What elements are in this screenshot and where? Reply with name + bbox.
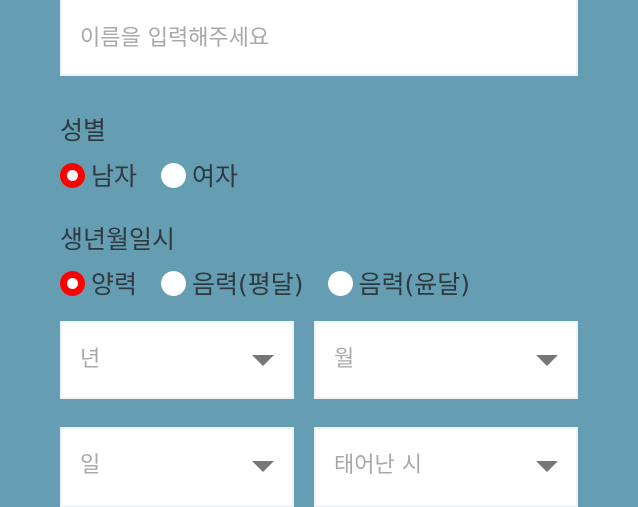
chevron-down-icon [252, 355, 274, 366]
calendar-option-lunar-normal[interactable]: 음력(평달) [161, 265, 304, 301]
name-input[interactable] [80, 20, 540, 56]
calendar-option-solar[interactable]: 양력 [60, 265, 137, 301]
gender-radio-group: 남자 여자 [60, 157, 262, 193]
hour-select[interactable]: 태어난 시 [314, 427, 578, 507]
radio-checked-icon[interactable] [60, 162, 85, 188]
radio-unchecked-icon[interactable] [161, 162, 187, 188]
chevron-down-icon [536, 355, 558, 366]
month-select-value: 월 [334, 347, 355, 372]
calendar-option-label: 음력(윤달) [358, 270, 471, 299]
chevron-down-icon [536, 461, 558, 472]
gender-label: 성별 [60, 116, 107, 145]
calendar-option-label: 음력(평달) [192, 270, 304, 299]
name-field-container [60, 0, 578, 76]
year-select[interactable]: 년 [60, 321, 294, 399]
calendar-radio-group: 양력 음력(평달) 음력(윤달) [60, 265, 494, 301]
radio-checked-icon[interactable] [60, 270, 85, 296]
gender-option-label: 남자 [91, 162, 138, 191]
hour-select-value: 태어난 시 [334, 453, 422, 478]
birth-label: 생년월일시 [60, 225, 176, 254]
radio-unchecked-icon[interactable] [161, 270, 187, 296]
gender-option-male[interactable]: 남자 [60, 157, 137, 193]
day-select[interactable]: 일 [60, 427, 294, 507]
day-select-value: 일 [80, 453, 101, 478]
year-select-value: 년 [80, 347, 101, 372]
month-select[interactable]: 월 [314, 321, 578, 399]
gender-option-female[interactable]: 여자 [161, 157, 238, 193]
calendar-option-label: 양력 [91, 270, 138, 299]
radio-unchecked-icon[interactable] [327, 270, 353, 296]
chevron-down-icon [252, 461, 274, 472]
calendar-option-lunar-leap[interactable]: 음력(윤달) [327, 265, 471, 301]
gender-option-label: 여자 [192, 162, 239, 191]
